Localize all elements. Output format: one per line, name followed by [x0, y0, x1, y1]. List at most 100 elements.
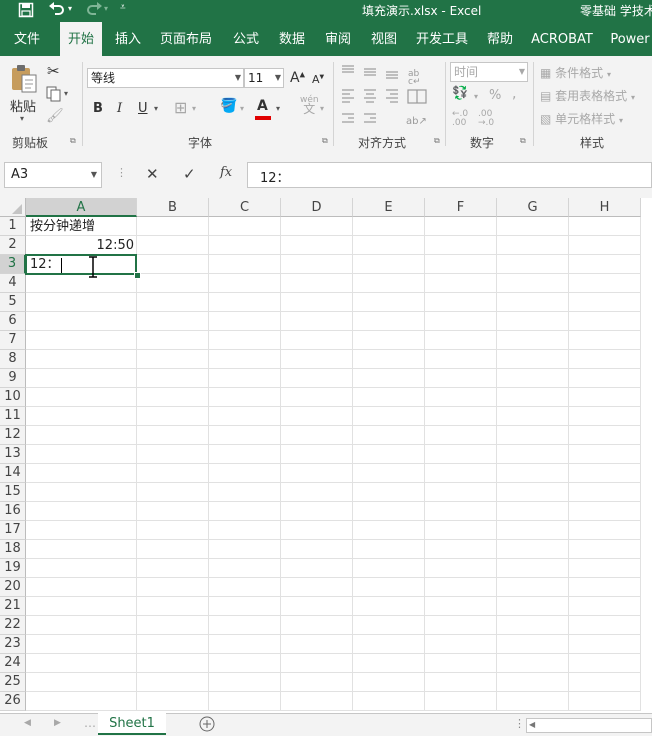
accounting-format-icon[interactable]: 💱: [452, 86, 468, 101]
cell-f3[interactable]: [425, 255, 497, 274]
cell-f5[interactable]: [425, 293, 497, 312]
cell-e6[interactable]: [353, 312, 425, 331]
cell-c9[interactable]: [209, 369, 281, 388]
font-launcher-icon[interactable]: ⧉: [322, 136, 328, 146]
cell-g24[interactable]: [497, 654, 569, 673]
cell-b15[interactable]: [137, 483, 209, 502]
cell-a9[interactable]: [26, 369, 137, 388]
cell-c10[interactable]: [209, 388, 281, 407]
copy-dropdown-icon[interactable]: ▾: [64, 89, 68, 98]
cell-f25[interactable]: [425, 673, 497, 692]
cell-h4[interactable]: [569, 274, 641, 293]
cell-h15[interactable]: [569, 483, 641, 502]
tab-formulas[interactable]: 公式: [226, 22, 266, 56]
cell-a16[interactable]: [26, 502, 137, 521]
cell-h14[interactable]: [569, 464, 641, 483]
cell-c26[interactable]: [209, 692, 281, 711]
cell-g15[interactable]: [497, 483, 569, 502]
row-header-26[interactable]: 26: [0, 692, 26, 711]
redo-dropdown-icon[interactable]: ▾: [104, 4, 108, 13]
cell-a6[interactable]: [26, 312, 137, 331]
column-header-b[interactable]: B: [137, 198, 209, 217]
cell-d18[interactable]: [281, 540, 353, 559]
cell-b5[interactable]: [137, 293, 209, 312]
italic-button[interactable]: I: [117, 101, 122, 116]
row-header-4[interactable]: 4: [0, 274, 26, 293]
paste-button[interactable]: 粘贴: [10, 96, 36, 115]
cell-d24[interactable]: [281, 654, 353, 673]
cell-f18[interactable]: [425, 540, 497, 559]
row-header-5[interactable]: 5: [0, 293, 26, 312]
cell-b1[interactable]: [137, 217, 209, 236]
prev-sheet-icon[interactable]: ◀: [24, 718, 31, 728]
row-header-10[interactable]: 10: [0, 388, 26, 407]
fill-color-icon[interactable]: 🪣: [220, 98, 237, 114]
clipboard-launcher-icon[interactable]: ⧉: [70, 136, 76, 146]
cell-g7[interactable]: [497, 331, 569, 350]
cell-f22[interactable]: [425, 616, 497, 635]
insert-function-icon[interactable]: fx: [220, 165, 232, 180]
cell-d1[interactable]: [281, 217, 353, 236]
cell-h9[interactable]: [569, 369, 641, 388]
redo-icon[interactable]: [84, 1, 104, 19]
cell-e8[interactable]: [353, 350, 425, 369]
cell-g1[interactable]: [497, 217, 569, 236]
cell-f2[interactable]: [425, 236, 497, 255]
cell-e12[interactable]: [353, 426, 425, 445]
cell-b26[interactable]: [137, 692, 209, 711]
comma-style-icon[interactable]: ,: [512, 86, 516, 102]
row-header-9[interactable]: 9: [0, 369, 26, 388]
cell-g2[interactable]: [497, 236, 569, 255]
cell-a24[interactable]: [26, 654, 137, 673]
cell-c20[interactable]: [209, 578, 281, 597]
cell-a15[interactable]: [26, 483, 137, 502]
cell-f6[interactable]: [425, 312, 497, 331]
increase-decimal-icon[interactable]: ←.0.00: [452, 110, 468, 128]
cell-c2[interactable]: [209, 236, 281, 255]
cell-g10[interactable]: [497, 388, 569, 407]
row-header-11[interactable]: 11: [0, 407, 26, 426]
cell-f8[interactable]: [425, 350, 497, 369]
cell-e3[interactable]: [353, 255, 425, 274]
row-header-2[interactable]: 2: [0, 236, 26, 255]
cell-a12[interactable]: [26, 426, 137, 445]
tab-page-layout[interactable]: 页面布局: [156, 22, 216, 56]
cell-c8[interactable]: [209, 350, 281, 369]
row-header-16[interactable]: 16: [0, 502, 26, 521]
font-name-combo[interactable]: 等线 ▼: [87, 68, 244, 88]
cell-a4[interactable]: [26, 274, 137, 293]
cell-b3[interactable]: [137, 255, 209, 274]
cell-h23[interactable]: [569, 635, 641, 654]
cell-b18[interactable]: [137, 540, 209, 559]
cell-d17[interactable]: [281, 521, 353, 540]
row-header-7[interactable]: 7: [0, 331, 26, 350]
horizontal-scrollbar[interactable]: ◀: [526, 718, 652, 733]
cell-a13[interactable]: [26, 445, 137, 464]
cell-g9[interactable]: [497, 369, 569, 388]
tab-view[interactable]: 视图: [364, 22, 404, 56]
cell-h13[interactable]: [569, 445, 641, 464]
cell-f26[interactable]: [425, 692, 497, 711]
cell-h2[interactable]: [569, 236, 641, 255]
cell-h7[interactable]: [569, 331, 641, 350]
cell-h17[interactable]: [569, 521, 641, 540]
cell-a21[interactable]: [26, 597, 137, 616]
number-launcher-icon[interactable]: ⧉: [520, 136, 526, 146]
cell-f10[interactable]: [425, 388, 497, 407]
cell-h3[interactable]: [569, 255, 641, 274]
row-header-17[interactable]: 17: [0, 521, 26, 540]
cell-h12[interactable]: [569, 426, 641, 445]
cell-h18[interactable]: [569, 540, 641, 559]
tab-review[interactable]: 审阅: [318, 22, 358, 56]
cell-b9[interactable]: [137, 369, 209, 388]
save-icon[interactable]: [18, 2, 34, 18]
cell-b12[interactable]: [137, 426, 209, 445]
column-header-g[interactable]: G: [497, 198, 569, 217]
cell-e16[interactable]: [353, 502, 425, 521]
cell-a11[interactable]: [26, 407, 137, 426]
cell-a10[interactable]: [26, 388, 137, 407]
cell-h16[interactable]: [569, 502, 641, 521]
alignment-launcher-icon[interactable]: ⧉: [434, 136, 440, 146]
cell-h20[interactable]: [569, 578, 641, 597]
cell-b14[interactable]: [137, 464, 209, 483]
